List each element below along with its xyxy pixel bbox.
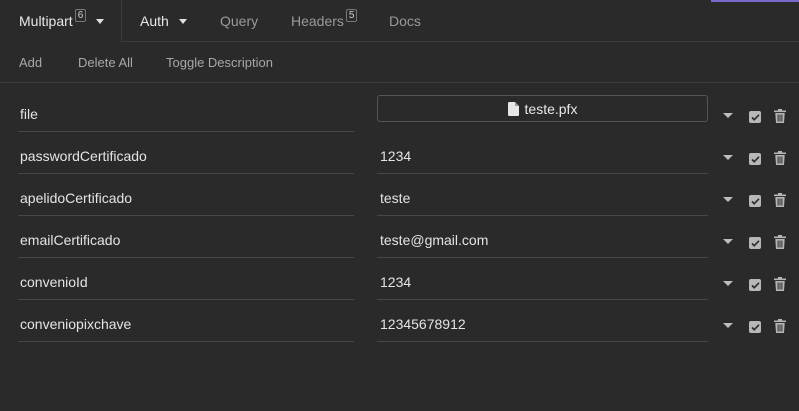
tab-docs[interactable]: Docs — [389, 0, 421, 42]
check-icon — [750, 113, 760, 121]
delete-param-button[interactable] — [774, 109, 786, 128]
chevron-down-icon[interactable] — [723, 323, 733, 328]
enable-checkbox[interactable] — [749, 195, 761, 207]
enable-checkbox[interactable] — [749, 279, 761, 291]
chevron-down-icon[interactable] — [178, 18, 187, 24]
tab-auth-label: Auth — [140, 13, 169, 29]
check-icon — [750, 239, 760, 247]
check-icon — [750, 197, 760, 205]
trash-icon — [774, 319, 786, 333]
tab-multipart[interactable]: Multipart 6 — [0, 0, 122, 42]
chevron-down-icon[interactable] — [723, 155, 733, 160]
check-icon — [750, 281, 760, 289]
trash-icon — [774, 235, 786, 249]
param-value-field[interactable]: teste — [377, 180, 708, 216]
param-row: conveniopixchave 12345678912 — [0, 306, 799, 348]
param-name-field[interactable]: convenioId — [18, 264, 354, 300]
chevron-down-icon[interactable] — [723, 197, 733, 202]
tab-headers-count-badge: 5 — [345, 8, 358, 22]
tab-query[interactable]: Query — [220, 0, 258, 42]
enable-checkbox[interactable] — [749, 111, 761, 123]
tab-headers[interactable]: Headers 5 — [291, 0, 358, 42]
param-name-field[interactable]: file — [18, 96, 354, 132]
check-icon — [750, 155, 760, 163]
param-row: convenioId 1234 — [0, 264, 799, 306]
file-select-button[interactable]: teste.pfx — [377, 95, 708, 122]
param-value-field[interactable]: 12345678912 — [377, 306, 708, 342]
delete-param-button[interactable] — [774, 319, 786, 338]
tab-multipart-label: Multipart — [19, 13, 73, 29]
params-toolbar: Add Delete All Toggle Description — [0, 42, 799, 83]
check-icon — [750, 323, 760, 331]
param-row: file teste.pfx — [0, 95, 799, 138]
chevron-down-icon[interactable] — [723, 113, 733, 118]
trash-icon — [774, 151, 786, 165]
params-list: file teste.pfx passwordCertificado 1234 … — [0, 95, 799, 348]
delete-param-button[interactable] — [774, 151, 786, 170]
trash-icon — [774, 277, 786, 291]
param-row: passwordCertificado 1234 — [0, 138, 799, 180]
tab-docs-label: Docs — [389, 13, 421, 29]
param-value-field[interactable]: teste@gmail.com — [377, 222, 708, 258]
param-value-field[interactable]: 1234 — [377, 138, 708, 174]
trash-icon — [774, 193, 786, 207]
param-row: emailCertificado teste@gmail.com — [0, 222, 799, 264]
chevron-down-icon[interactable] — [723, 239, 733, 244]
delete-param-button[interactable] — [774, 235, 786, 254]
file-icon — [507, 101, 519, 116]
param-name-field[interactable]: conveniopixchave — [18, 306, 354, 342]
delete-param-button[interactable] — [774, 277, 786, 296]
add-param-button[interactable]: Add — [19, 42, 42, 83]
tab-query-label: Query — [220, 13, 259, 29]
delete-all-button[interactable]: Delete All — [78, 42, 133, 83]
delete-param-button[interactable] — [774, 193, 786, 212]
tab-auth[interactable]: Auth — [140, 0, 187, 42]
enable-checkbox[interactable] — [749, 153, 761, 165]
param-name-field[interactable]: passwordCertificado — [18, 138, 354, 174]
toggle-description-button[interactable]: Toggle Description — [166, 42, 273, 83]
chevron-down-icon[interactable] — [723, 281, 733, 286]
enable-checkbox[interactable] — [749, 237, 761, 249]
tab-multipart-count-badge: 6 — [74, 8, 87, 22]
trash-icon — [774, 109, 786, 123]
enable-checkbox[interactable] — [749, 321, 761, 333]
file-name: teste.pfx — [524, 100, 578, 117]
param-row: apelidoCertificado teste — [0, 180, 799, 222]
tab-headers-label: Headers — [291, 13, 344, 29]
param-value-field[interactable]: 1234 — [377, 264, 708, 300]
tab-bar: Multipart 6 Auth Query Headers 5 Docs — [0, 0, 799, 42]
param-name-field[interactable]: apelidoCertificado — [18, 180, 354, 216]
chevron-down-icon[interactable] — [96, 18, 105, 24]
param-name-field[interactable]: emailCertificado — [18, 222, 354, 258]
